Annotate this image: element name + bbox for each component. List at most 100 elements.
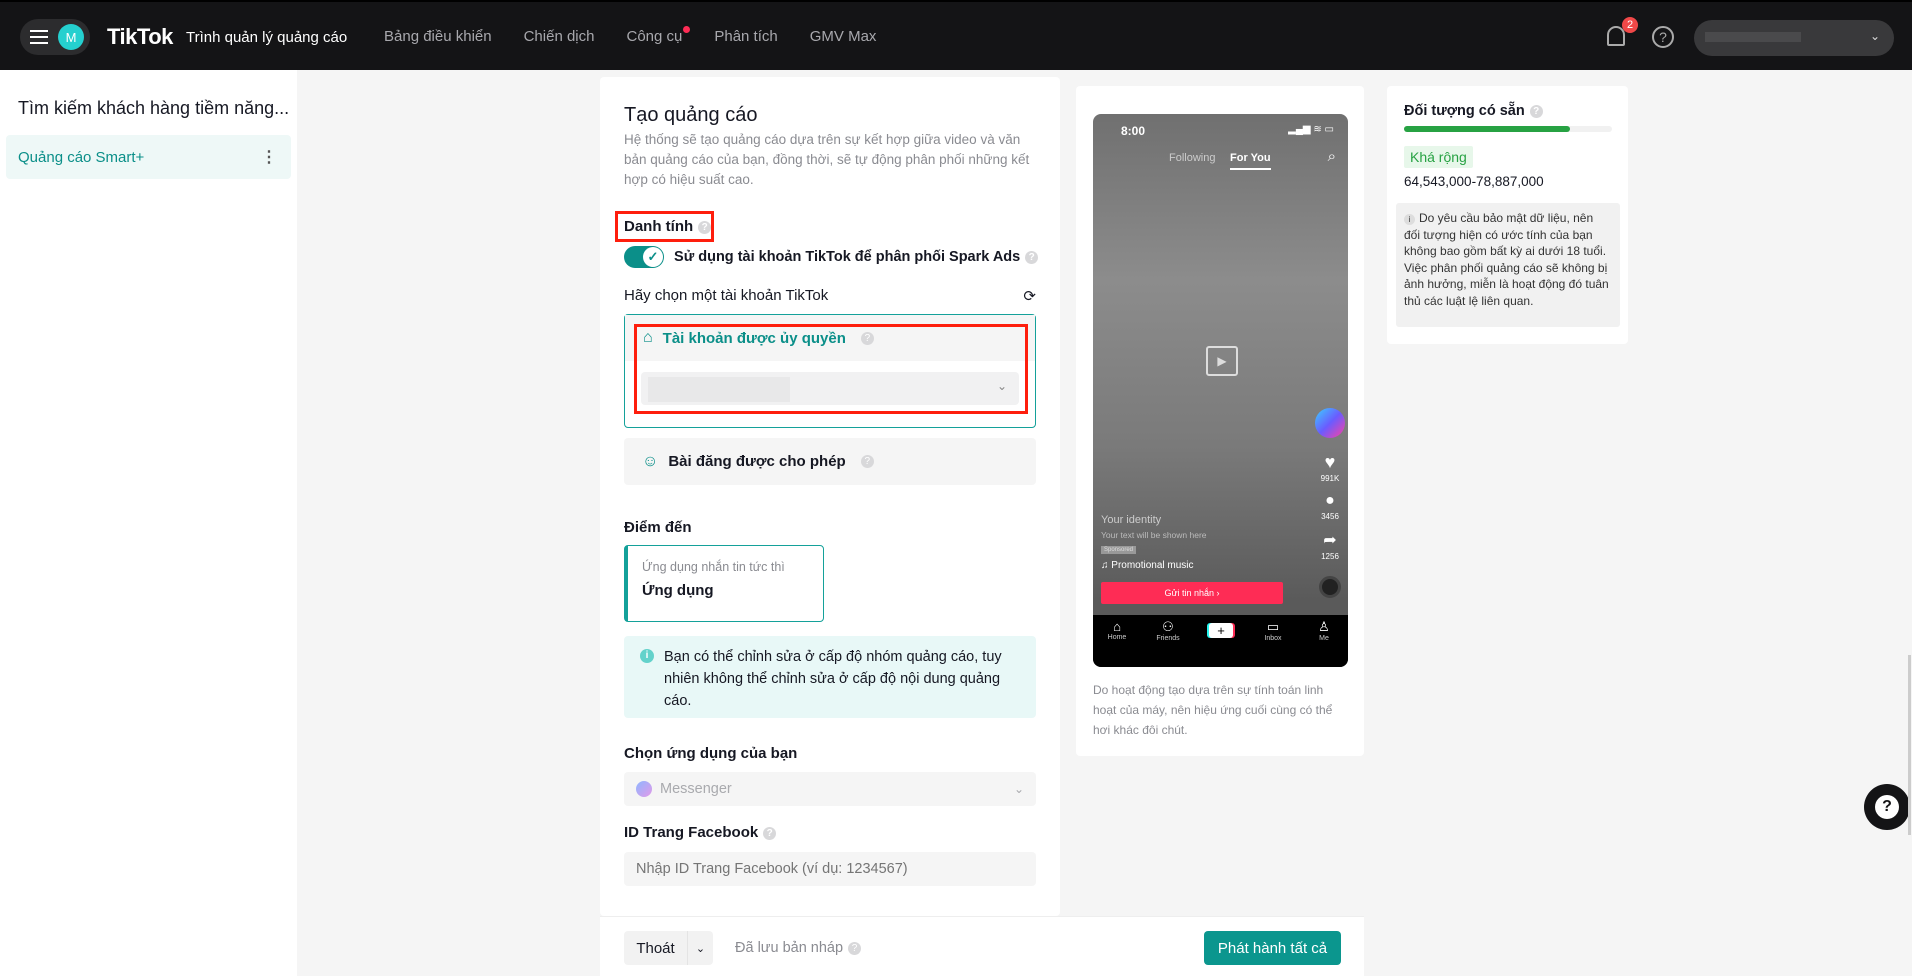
main-nav: Bảng điều khiển Chiến dịch Công cụ Phân … <box>384 26 877 45</box>
footer-bar: Thoát ⌄ Đã lưu bản nháp? Phát hành tất c… <box>600 916 1364 976</box>
sidebar-title: Tìm kiếm khách hàng tiềm năng... <box>18 98 290 118</box>
allowed-posts-label: Bài đăng được cho phép <box>668 453 846 470</box>
help-icon[interactable]: ? <box>848 941 862 955</box>
phone-nav: ⌂ Home ⚇ Friends + ▭ Inbox ♙ Me <box>1093 615 1348 667</box>
destination-card[interactable]: Ứng dụng nhắn tin tức thì Ứng dụng <box>624 545 824 622</box>
audience-title-text: Đối tượng có sẵn <box>1404 103 1525 119</box>
create-ad-form: Tạo quảng cáo Hệ thống sẽ tạo quảng cáo … <box>600 77 1060 916</box>
nav-campaign[interactable]: Chiến dịch <box>524 28 595 45</box>
allowed-posts-option[interactable]: ☺ Bài đăng được cho phép? <box>624 438 1036 485</box>
status-time: 8:00 <box>1121 124 1146 138</box>
comment-icon: ● <box>1325 492 1335 509</box>
chevron-down-icon: ⌄ <box>1013 782 1024 796</box>
account-name-redacted <box>1705 32 1801 42</box>
spark-ads-row: Sử dụng tài khoản TikTok để phân phối Sp… <box>624 246 1039 268</box>
preview-note: Do hoạt động tạo dựa trên sự tính toán l… <box>1093 683 1333 737</box>
hamburger-icon <box>30 30 48 44</box>
audience-meter-fill <box>1404 126 1571 132</box>
refresh-icon[interactable]: ⟳ <box>1023 287 1036 305</box>
fb-page-label: ID Trang Facebook? <box>624 824 777 841</box>
exit-dropdown-icon[interactable]: ⌄ <box>687 931 713 965</box>
choose-account-label: Hãy chọn một tài khoản TikTok <box>624 287 829 304</box>
identity-label: Danh tính? <box>624 218 712 235</box>
nav-me: Me <box>1319 635 1329 642</box>
new-dot-icon <box>683 26 691 33</box>
audience-range: 64,543,000-78,887,000 <box>1404 174 1544 189</box>
help-icon[interactable]: ? <box>698 220 712 234</box>
comments-count: 3456 <box>1321 512 1339 521</box>
audience-note: i Do yêu cầu bảo mật dữ liệu, nên đối tượ… <box>1396 203 1620 327</box>
fb-page-id-input[interactable] <box>624 852 1036 886</box>
info-banner: i Bạn có thể chỉnh sửa ở cấp độ nhóm quản… <box>624 636 1036 718</box>
sidebar <box>0 70 297 976</box>
home-icon: ⌂ <box>1113 619 1121 634</box>
menu-button[interactable]: M <box>20 19 90 55</box>
logo-subtitle: Trình quản lý quảng cáo <box>186 29 348 46</box>
messenger-icon <box>636 781 652 797</box>
app-select[interactable]: Messenger ⌄ <box>624 772 1036 806</box>
phone-preview: 8:00 ▂▄▆ ≋ ▭ Following For You ⌕ ▶ ♥ 991… <box>1093 114 1348 667</box>
top-header: M TikTok Trình quản lý quảng cáo Bảng đi… <box>0 0 1912 70</box>
avatar: M <box>58 24 84 50</box>
preview-identity: Your identity <box>1101 514 1162 526</box>
help-floating-button[interactable]: ? <box>1864 784 1910 830</box>
destination-title: Ứng dụng <box>642 582 714 599</box>
search-icon: ⌕ <box>1327 148 1336 165</box>
shares-count: 1256 <box>1321 552 1339 561</box>
exit-button[interactable]: Thoát <box>624 931 687 965</box>
help-icon[interactable]: ? <box>763 826 777 840</box>
page-title: Tạo quảng cáo <box>624 104 758 126</box>
notification-badge: 2 <box>1622 17 1638 33</box>
nav-gmv-max[interactable]: GMV Max <box>810 28 877 45</box>
nav-friends: Friends <box>1156 635 1180 642</box>
chevron-down-icon: ⌄ <box>1869 29 1880 43</box>
account-switcher[interactable]: ⌄ <box>1694 20 1894 56</box>
help-icon[interactable]: ? <box>860 455 874 468</box>
friends-icon: ⚇ <box>1162 619 1174 634</box>
likes-count: 991K <box>1320 474 1340 483</box>
nav-dashboard[interactable]: Bảng điều khiển <box>384 28 492 45</box>
tiktok-logo[interactable]: TikTok <box>107 24 173 50</box>
info-text: Bạn có thể chỉnh sửa ở cấp độ nhóm quảng… <box>664 649 1002 709</box>
nav-home: Home <box>1107 634 1127 641</box>
avatar <box>1315 408 1345 438</box>
heart-icon: ♥ <box>1324 452 1336 472</box>
audience-title: Đối tượng có sẵn? <box>1404 103 1543 119</box>
nav-tools[interactable]: Công cụ <box>626 26 691 45</box>
help-icon[interactable]: ? <box>1025 250 1039 264</box>
info-icon: i <box>1404 214 1415 225</box>
create-icon: + <box>1209 623 1233 638</box>
app-value: Messenger <box>660 781 732 797</box>
help-icon[interactable]: ? <box>1529 104 1543 118</box>
nav-analytics[interactable]: Phân tích <box>714 28 777 45</box>
spark-ads-toggle[interactable] <box>624 246 664 268</box>
spark-ads-label: Sử dụng tài khoản TikTok để phân phối Sp… <box>674 248 1021 265</box>
tab-for-you: For You <box>1230 152 1271 170</box>
sponsored-tag: Sponsored <box>1101 546 1137 554</box>
user-star-icon: ☺ <box>642 452 659 470</box>
scrollbar[interactable] <box>1908 655 1911 835</box>
status-icons: ▂▄▆ ≋ ▭ <box>1288 124 1334 135</box>
highlight-box <box>634 324 1028 414</box>
audience-card: Đối tượng có sẵn? Khá rộng 64,543,000-78… <box>1387 86 1628 344</box>
cta-button: Gửi tin nhắn › <box>1101 582 1283 604</box>
audience-note-text: Do yêu cầu bảo mật dữ liệu, nên đối tượn… <box>1404 211 1609 308</box>
share-icon: ➦ <box>1323 532 1337 549</box>
inbox-icon: ▭ <box>1266 619 1280 634</box>
sidebar-item-label: Quảng cáo Smart+ <box>18 148 145 166</box>
video-placeholder-icon: ▶ <box>1206 346 1238 376</box>
info-icon: i <box>640 649 654 663</box>
identity-label-text: Danh tính <box>624 218 694 235</box>
choose-account-row: Hãy chọn một tài khoản TikTok ⟳ <box>624 287 1036 305</box>
draft-saved-text: Đã lưu bản nháp <box>735 940 844 956</box>
help-icon[interactable]: ? <box>1652 26 1674 48</box>
nav-tools-label: Công cụ <box>626 28 683 45</box>
nav-inbox: Inbox <box>1264 635 1282 642</box>
fb-page-label-text: ID Trang Facebook <box>624 824 759 841</box>
publish-all-button[interactable]: Phát hành tất cả <box>1204 931 1341 965</box>
audience-meter <box>1404 126 1612 132</box>
sidebar-item-smart-plus[interactable]: Quảng cáo Smart+ ⋮ <box>6 135 291 179</box>
profile-icon: ♙ <box>1318 619 1330 634</box>
more-icon[interactable]: ⋮ <box>261 147 277 167</box>
destination-label: Điểm đến <box>624 519 692 536</box>
